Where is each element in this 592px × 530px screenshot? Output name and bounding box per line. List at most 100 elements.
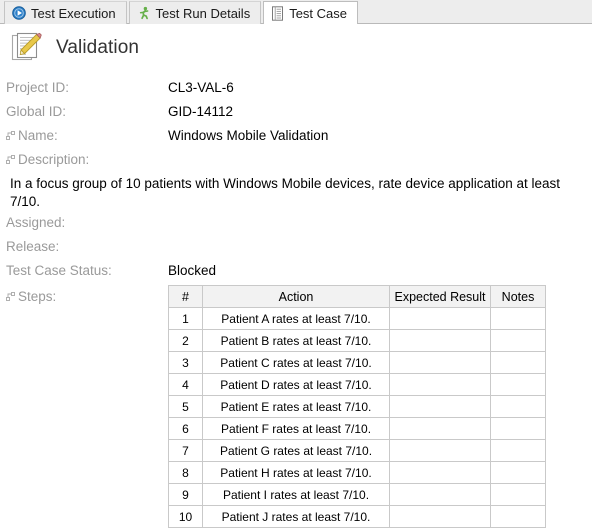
field-label-text: Global ID: xyxy=(6,104,67,119)
cell-notes[interactable] xyxy=(490,395,546,418)
cell-step-number[interactable]: 7 xyxy=(168,439,203,462)
cell-expected-result[interactable] xyxy=(389,439,491,462)
table-row[interactable]: 5 Patient E rates at least 7/10. xyxy=(168,395,546,418)
cell-step-number[interactable]: 10 xyxy=(168,505,203,528)
steps-label: Steps: xyxy=(0,285,168,306)
field-value-project-id: CL3-VAL-6 xyxy=(168,80,234,95)
cell-action[interactable]: Patient F rates at least 7/10. xyxy=(202,417,390,440)
tab-test-execution[interactable]: Test Execution xyxy=(4,1,127,24)
cell-notes[interactable] xyxy=(490,505,546,528)
field-release: Release: xyxy=(0,237,592,261)
cell-expected-result[interactable] xyxy=(389,395,491,418)
tab-test-run-details[interactable]: Test Run Details xyxy=(128,1,262,24)
cell-step-number[interactable]: 2 xyxy=(168,329,203,352)
steps-section: Steps: # Action Expected Result Notes 1P… xyxy=(0,285,592,528)
table-row[interactable]: 3 Patient C rates at least 7/10. xyxy=(168,351,546,374)
tree-node-icon[interactable] xyxy=(6,155,15,164)
runner-icon xyxy=(137,6,151,20)
field-description: Description: In a focus group of 10 pati… xyxy=(0,150,592,213)
cell-notes[interactable] xyxy=(490,461,546,484)
cell-action[interactable]: Patient I rates at least 7/10. xyxy=(202,483,390,506)
cell-step-number[interactable]: 4 xyxy=(168,373,203,396)
field-value-global-id: GID-14112 xyxy=(168,104,234,119)
field-test-case-status: Test Case Status: Blocked xyxy=(0,261,592,285)
table-row[interactable]: 6 Patient F rates at least 7/10. xyxy=(168,417,546,440)
document-pencil-icon xyxy=(10,31,44,65)
cell-notes[interactable] xyxy=(490,307,546,330)
table-header-row: # Action Expected Result Notes xyxy=(168,285,546,308)
tab-label: Test Case xyxy=(289,5,348,21)
field-name: Name: Windows Mobile Validation xyxy=(0,126,592,150)
field-value-name: Windows Mobile Validation xyxy=(168,128,329,143)
document-lines-icon xyxy=(271,5,284,21)
cell-action[interactable]: Patient A rates at least 7/10. xyxy=(202,307,390,330)
cell-action[interactable]: Patient C rates at least 7/10. xyxy=(202,351,390,374)
table-row[interactable]: 7 Patient G rates at least 7/10. xyxy=(168,439,546,462)
field-label-text: Project ID: xyxy=(6,80,70,95)
tab-label: Test Execution xyxy=(31,5,116,21)
steps-label-text: Steps: xyxy=(18,289,57,304)
cell-expected-result[interactable] xyxy=(389,307,491,330)
cell-expected-result[interactable] xyxy=(389,461,491,484)
cell-notes[interactable] xyxy=(490,483,546,506)
cell-action[interactable]: Patient D rates at least 7/10. xyxy=(202,373,390,396)
cell-step-number[interactable]: 9 xyxy=(168,483,203,506)
page-title: Validation xyxy=(56,37,140,58)
cell-notes[interactable] xyxy=(490,439,546,462)
column-header-number[interactable]: # xyxy=(168,285,203,308)
cell-step-number[interactable]: 3 xyxy=(168,351,203,374)
field-label-text: Release: xyxy=(6,239,60,254)
field-label-text: Description: xyxy=(18,152,90,167)
table-row[interactable]: 9 Patient I rates at least 7/10. xyxy=(168,483,546,506)
cell-step-number[interactable]: 6 xyxy=(168,417,203,440)
tree-node-icon[interactable] xyxy=(6,292,15,301)
field-label: Release: xyxy=(0,237,168,256)
status-badge: Blocked xyxy=(168,263,217,278)
cell-expected-result[interactable] xyxy=(389,351,491,374)
cell-action[interactable]: Patient H rates at least 7/10. xyxy=(202,461,390,484)
field-label-text: Test Case Status: xyxy=(6,263,112,278)
cell-expected-result[interactable] xyxy=(389,329,491,352)
column-header-action[interactable]: Action xyxy=(202,285,390,308)
cell-notes[interactable] xyxy=(490,329,546,352)
tab-label: Test Run Details xyxy=(155,5,251,21)
field-label-text: Assigned: xyxy=(6,215,66,230)
table-row[interactable]: 10 Patient J rates at least 7/10. xyxy=(168,505,546,528)
field-global-id: Global ID: GID-14112 xyxy=(0,102,592,126)
field-label: Description: xyxy=(0,150,592,169)
cell-expected-result[interactable] xyxy=(389,417,491,440)
cell-notes[interactable] xyxy=(490,351,546,374)
cell-expected-result[interactable] xyxy=(389,505,491,528)
field-label: Assigned: xyxy=(0,213,168,232)
detail-fields: Project ID: CL3-VAL-6 Global ID: GID-141… xyxy=(0,70,592,285)
cell-step-number[interactable]: 5 xyxy=(168,395,203,418)
table-row[interactable]: 4 Patient D rates at least 7/10. xyxy=(168,373,546,396)
field-label-text: Name: xyxy=(18,128,58,143)
steps-table: # Action Expected Result Notes 1 Patient … xyxy=(168,285,546,528)
steps-table-body: 1 Patient A rates at least 7/10. 2 Patient … xyxy=(168,307,546,528)
cell-action[interactable]: Patient G rates at least 7/10. xyxy=(202,439,390,462)
cell-action[interactable]: Patient E rates at least 7/10. xyxy=(202,395,390,418)
tab-bar: Test Execution Test Run Details Test Cas… xyxy=(0,0,592,25)
field-project-id: Project ID: CL3-VAL-6 xyxy=(0,78,592,102)
cell-step-number[interactable]: 1 xyxy=(168,307,203,330)
tree-node-icon[interactable] xyxy=(6,131,15,140)
field-label: Test Case Status: xyxy=(0,261,168,280)
page-title-row: Validation xyxy=(0,24,592,70)
column-header-notes[interactable]: Notes xyxy=(490,285,546,308)
table-row[interactable]: 8 Patient H rates at least 7/10. xyxy=(168,461,546,484)
cell-step-number[interactable]: 8 xyxy=(168,461,203,484)
field-label: Project ID: xyxy=(0,78,168,97)
cell-action[interactable]: Patient J rates at least 7/10. xyxy=(202,505,390,528)
tab-test-case[interactable]: Test Case xyxy=(263,1,359,25)
table-row[interactable]: 1 Patient A rates at least 7/10. xyxy=(168,307,546,330)
cell-action[interactable]: Patient B rates at least 7/10. xyxy=(202,329,390,352)
field-label: Name: xyxy=(0,126,168,145)
description-text: In a focus group of 10 patients with Win… xyxy=(10,176,561,209)
column-header-expected-result[interactable]: Expected Result xyxy=(389,285,491,308)
cell-notes[interactable] xyxy=(490,373,546,396)
cell-notes[interactable] xyxy=(490,417,546,440)
cell-expected-result[interactable] xyxy=(389,483,491,506)
table-row[interactable]: 2 Patient B rates at least 7/10. xyxy=(168,329,546,352)
cell-expected-result[interactable] xyxy=(389,373,491,396)
